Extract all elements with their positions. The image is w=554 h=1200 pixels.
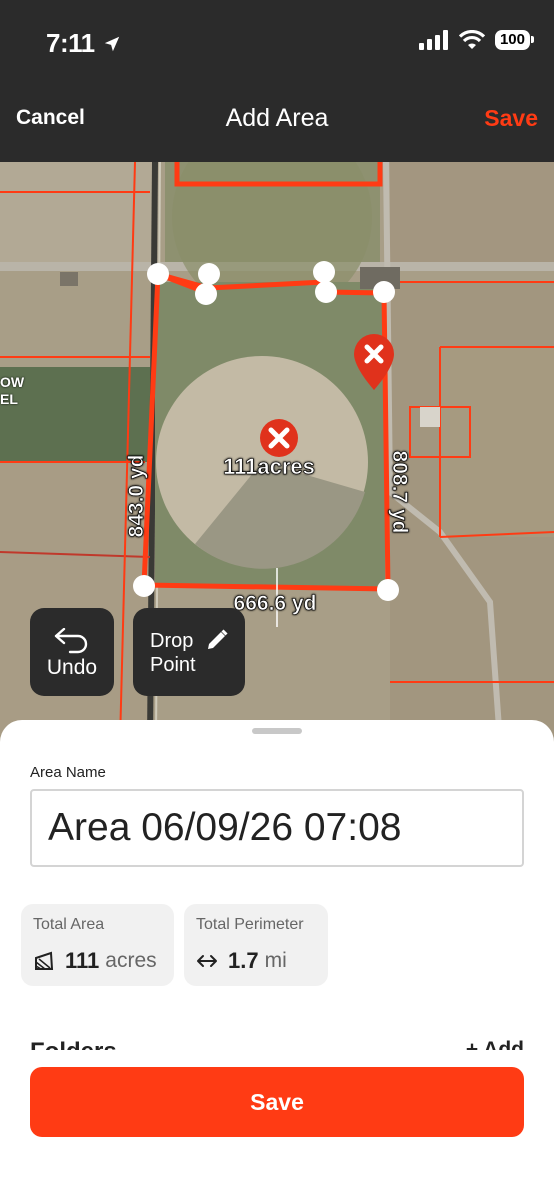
battery-indicator: 100 [494,30,535,50]
total-perimeter-card: Total Perimeter 1.7 mi [184,904,328,986]
status-bar: 7:11 100 [0,0,554,90]
nav-bar: Cancel Add Area Save [0,90,554,162]
area-name-input[interactable] [30,789,524,867]
location-arrow-icon [104,36,119,51]
west-edge-length: 843.0 yd [125,454,149,538]
page-title: Add Area [225,104,329,132]
delete-point-pin-icon[interactable] [352,332,396,392]
total-area-value: 111 [65,948,100,973]
cellular-signal-icon [418,30,448,50]
area-polygon-icon [35,951,54,970]
status-icons: 100 [418,30,535,50]
area-name-label: Area Name [30,764,106,781]
place-label: OW EL [0,374,25,407]
total-area-card: Total Area 111 acres [21,904,174,986]
pencil-icon [208,629,228,649]
header-save-button[interactable]: Save [484,105,538,132]
undo-label: Undo [46,656,98,679]
east-edge-length: 808.7 yd [388,450,412,534]
wifi-icon [458,30,485,49]
status-time: 7:11 [46,28,121,59]
undo-button[interactable]: Undo [30,608,114,696]
bottom-sheet: Area Name Total Area 111 acres Total Per… [0,720,554,1200]
drop-point-label: Drop Point [150,629,196,677]
save-button[interactable]: Save [30,1067,524,1137]
double-arrow-icon [197,955,217,967]
total-area-label: Total Area [33,916,105,933]
drop-point-label-line2: Point [150,654,196,676]
total-perimeter-label: Total Perimeter [196,916,304,933]
area-label: 111acres [223,454,315,480]
drop-point-button[interactable]: Drop Point [133,608,245,696]
total-perimeter-value: 1.7 [228,948,259,973]
total-perimeter-unit: mi [264,949,287,972]
sheet-grabber[interactable] [252,728,302,734]
undo-icon [54,628,88,654]
delete-area-marker-icon[interactable] [259,418,299,458]
drop-point-label-line1: Drop [150,630,194,652]
map-view[interactable]: OW EL 111acres 843.0 yd 808.7 yd 666.6 y… [0,162,554,742]
clock: 7:11 [46,28,95,58]
total-area-unit: acres [105,949,157,972]
